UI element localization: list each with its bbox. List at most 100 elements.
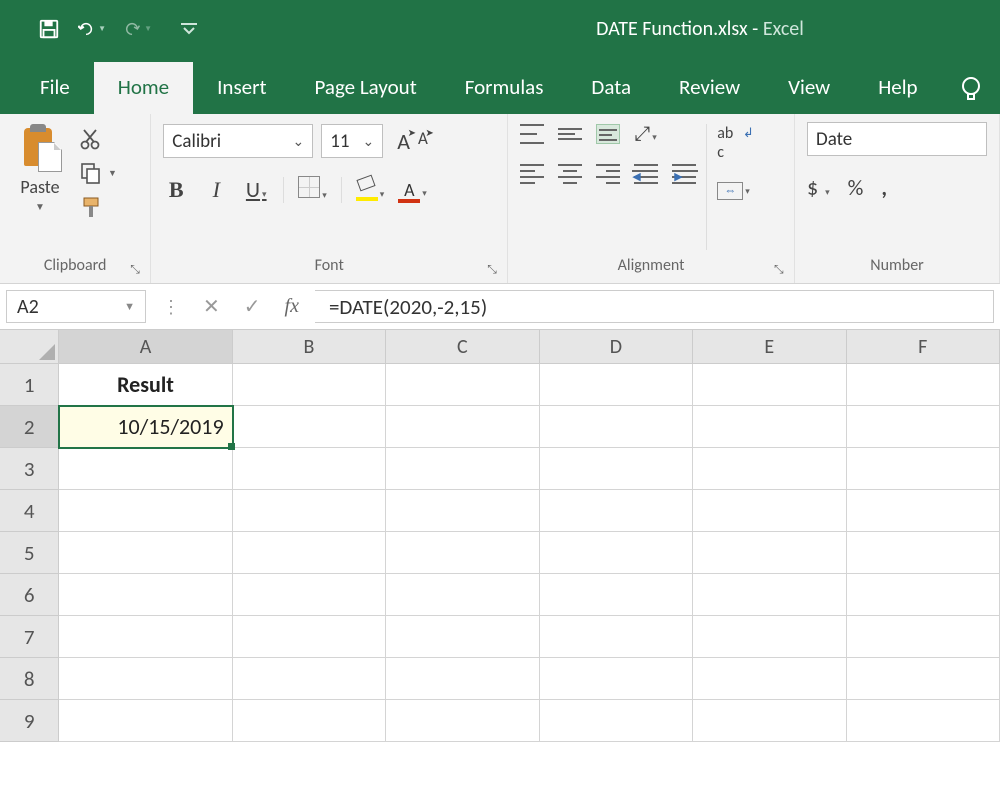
cell[interactable]	[386, 532, 539, 574]
align-bottom-icon[interactable]	[596, 124, 620, 144]
cell-d2[interactable]	[540, 406, 693, 448]
undo-button[interactable]: ▼	[78, 18, 106, 40]
cell[interactable]	[540, 700, 693, 742]
save-icon[interactable]	[38, 18, 60, 40]
cell-a1[interactable]: Result	[59, 364, 232, 406]
formula-input[interactable]: =DATE(2020,-2,15)	[315, 290, 994, 323]
font-size-combo[interactable]: 11 ⌄	[321, 124, 383, 158]
cell-c2[interactable]	[386, 406, 539, 448]
cell[interactable]	[386, 574, 539, 616]
cell[interactable]	[540, 574, 693, 616]
spreadsheet-grid[interactable]: A B C D E F 1 Result 2 10/15/2019 3 4 5 …	[0, 330, 1000, 742]
tell-me-icon[interactable]	[960, 76, 982, 114]
cell[interactable]	[233, 574, 386, 616]
row-header-5[interactable]: 5	[0, 532, 59, 574]
cell[interactable]	[540, 448, 693, 490]
cell-f1[interactable]	[847, 364, 1000, 406]
cell-a4[interactable]	[59, 490, 232, 532]
merge-dropdown-icon[interactable]: ▾	[745, 186, 750, 197]
fx-icon[interactable]: fx	[285, 295, 299, 318]
tab-formulas[interactable]: Formulas	[441, 62, 568, 114]
wrap-text-button[interactable]: abc↲	[717, 124, 750, 162]
cell[interactable]	[847, 700, 1000, 742]
copy-dropdown-icon[interactable]: ▼	[108, 168, 117, 179]
row-header-7[interactable]: 7	[0, 616, 59, 658]
cell[interactable]	[693, 616, 846, 658]
cell[interactable]	[386, 700, 539, 742]
borders-dropdown-icon[interactable]: ▾	[322, 190, 327, 201]
col-header-b[interactable]: B	[233, 330, 386, 364]
cell-a9[interactable]	[59, 700, 232, 742]
cell[interactable]	[233, 490, 386, 532]
cell[interactable]	[386, 490, 539, 532]
tab-help[interactable]: Help	[854, 62, 941, 114]
cell[interactable]	[233, 448, 386, 490]
tab-file[interactable]: File	[28, 62, 94, 114]
decrease-indent-icon[interactable]: ◀	[634, 164, 658, 184]
namebox-dropdown-icon[interactable]: ▼	[124, 300, 135, 313]
cell[interactable]	[233, 616, 386, 658]
underline-button[interactable]: U▾	[243, 176, 269, 203]
increase-indent-icon[interactable]: ▶	[672, 164, 696, 184]
cell-a8[interactable]	[59, 658, 232, 700]
cell-d1[interactable]	[540, 364, 693, 406]
cell[interactable]	[540, 490, 693, 532]
cell[interactable]	[386, 448, 539, 490]
cell[interactable]	[540, 532, 693, 574]
tab-page-layout[interactable]: Page Layout	[290, 62, 440, 114]
fill-color-button[interactable]: ▾	[356, 177, 385, 202]
cell[interactable]	[847, 574, 1000, 616]
col-header-c[interactable]: C	[386, 330, 539, 364]
merge-center-button[interactable]: ⇔▾	[717, 180, 750, 200]
cancel-formula-icon[interactable]: ✕	[203, 294, 220, 319]
cell-b2[interactable]	[233, 406, 386, 448]
cell[interactable]	[693, 532, 846, 574]
row-header-9[interactable]: 9	[0, 700, 59, 742]
cell[interactable]	[847, 448, 1000, 490]
paste-dropdown-icon[interactable]: ▼	[35, 200, 45, 213]
align-left-icon[interactable]	[520, 164, 544, 184]
tab-data[interactable]: Data	[567, 62, 655, 114]
select-all-corner[interactable]	[0, 330, 59, 364]
number-format-combo[interactable]: Date	[807, 122, 987, 156]
col-header-a[interactable]: A	[59, 330, 232, 364]
tab-review[interactable]: Review	[655, 62, 764, 114]
cell-a6[interactable]	[59, 574, 232, 616]
cell[interactable]	[386, 658, 539, 700]
cell-e1[interactable]	[693, 364, 846, 406]
cell[interactable]	[693, 700, 846, 742]
cell-a7[interactable]	[59, 616, 232, 658]
cell[interactable]	[847, 616, 1000, 658]
col-header-d[interactable]: D	[540, 330, 693, 364]
cell-a2[interactable]: 10/15/2019	[59, 406, 232, 448]
comma-format-button[interactable]: ,	[881, 174, 887, 201]
increase-font-icon[interactable]: A➤	[397, 128, 410, 155]
tab-home[interactable]: Home	[94, 62, 193, 114]
font-name-combo[interactable]: Calibri ⌄	[163, 124, 313, 158]
fill-dropdown-icon[interactable]: ▾	[380, 189, 385, 200]
paste-button[interactable]: Paste ▼	[12, 122, 68, 252]
qat-customize-icon[interactable]	[178, 18, 200, 40]
cell[interactable]	[540, 658, 693, 700]
row-header-4[interactable]: 4	[0, 490, 59, 532]
cell-a3[interactable]	[59, 448, 232, 490]
format-painter-button[interactable]	[80, 196, 117, 220]
col-header-f[interactable]: F	[847, 330, 1000, 364]
cell[interactable]	[847, 490, 1000, 532]
cell[interactable]	[847, 658, 1000, 700]
cell[interactable]	[693, 490, 846, 532]
cell-e2[interactable]	[693, 406, 846, 448]
row-header-8[interactable]: 8	[0, 658, 59, 700]
cell-c1[interactable]	[386, 364, 539, 406]
borders-button[interactable]: ▾	[298, 176, 327, 203]
accounting-format-button[interactable]: $ ▾	[807, 174, 830, 201]
italic-button[interactable]: I	[203, 177, 229, 203]
tab-view[interactable]: View	[764, 62, 854, 114]
cut-button[interactable]	[80, 128, 117, 150]
bold-button[interactable]: B	[163, 177, 189, 203]
cell[interactable]	[693, 658, 846, 700]
cell[interactable]	[693, 448, 846, 490]
cell-b1[interactable]	[233, 364, 386, 406]
cell[interactable]	[233, 532, 386, 574]
align-center-icon[interactable]	[558, 164, 582, 184]
